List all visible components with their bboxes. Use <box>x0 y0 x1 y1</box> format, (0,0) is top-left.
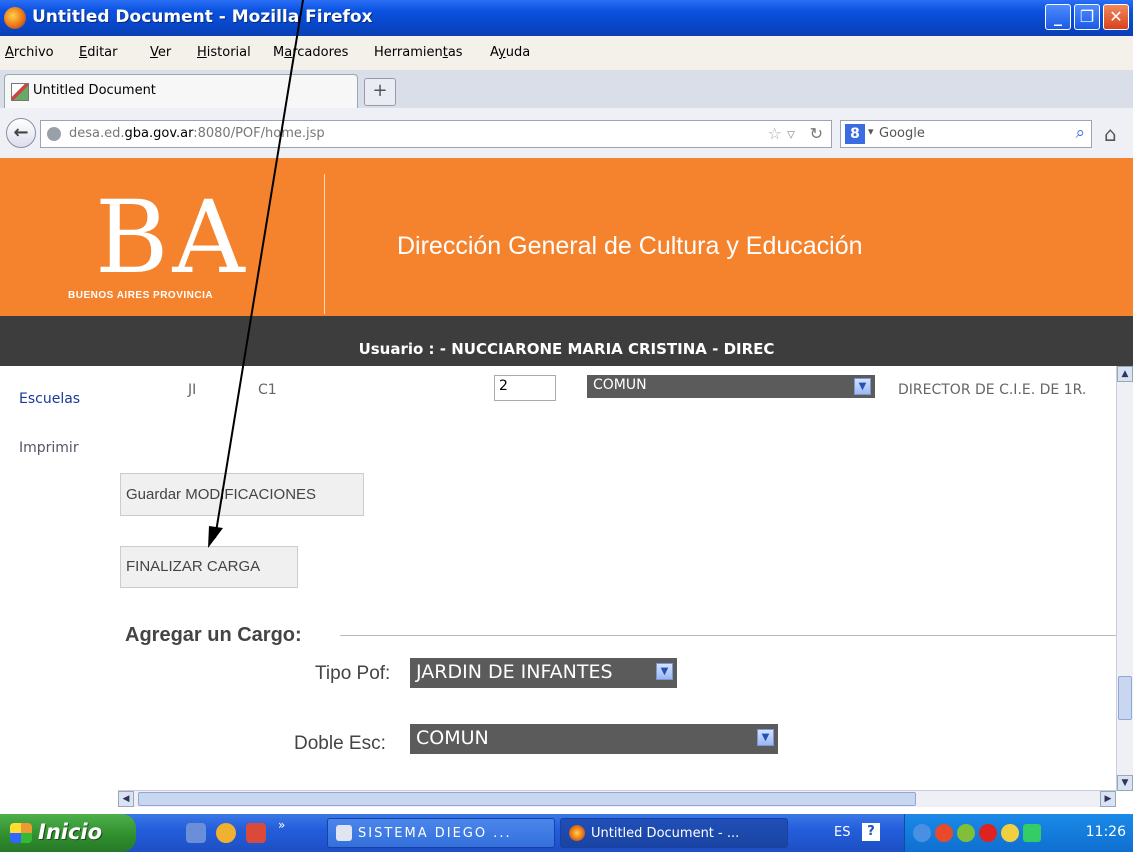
scroll-down-icon[interactable]: ▼ <box>1117 775 1133 791</box>
search-icon[interactable]: ⌕ <box>1075 123 1085 143</box>
messenger-tray-icon[interactable] <box>1001 824 1019 842</box>
word-doc-icon <box>336 825 352 841</box>
start-button[interactable]: Inicio <box>0 814 136 852</box>
back-button[interactable]: ← <box>6 118 36 148</box>
tab-untitled-document[interactable]: Untitled Document <box>4 74 358 108</box>
add-position-legend: Agregar un Cargo: <box>125 624 302 646</box>
menu-marcadores[interactable]: Marcadores <box>273 45 348 60</box>
horizontal-scroll-thumb[interactable] <box>138 792 916 806</box>
quicklaunch-overflow-icon[interactable]: » <box>278 818 285 832</box>
tab-strip: Untitled Document + <box>0 70 1133 109</box>
window-titlebar[interactable]: Untitled Document - Mozilla Firefox _ ❐ … <box>0 0 1133 36</box>
acrobat-quicklaunch-icon[interactable] <box>246 823 266 843</box>
vertical-scroll-thumb[interactable] <box>1118 676 1132 720</box>
taskbar-item-firefox[interactable]: Untitled Document - ... <box>560 818 788 848</box>
chevron-down-icon[interactable]: ▼ <box>757 729 774 746</box>
close-button[interactable]: ✕ <box>1103 4 1129 30</box>
search-bar[interactable]: 8 ▾ Google ⌕ <box>840 120 1092 148</box>
scroll-up-icon[interactable]: ▲ <box>1117 366 1133 382</box>
horizontal-scrollbar[interactable]: ◀ ▶ <box>118 790 1116 807</box>
ba-logo-subtitle: BUENOS AIRES PROVINCIA <box>68 290 214 301</box>
reload-icon[interactable]: ↻ <box>810 124 823 143</box>
menubar: Archivo Editar Ver Historial Marcadores … <box>0 36 1133 70</box>
banner-title: Dirección General de Cultura y Educación <box>397 232 863 260</box>
help-icon[interactable]: ? <box>862 823 880 841</box>
window-title: Untitled Document - Mozilla Firefox <box>32 7 373 27</box>
menu-historial[interactable]: Historial <box>197 45 251 60</box>
scroll-left-icon[interactable]: ◀ <box>118 791 134 807</box>
media-quicklaunch-icon[interactable] <box>216 823 236 843</box>
row-type-select[interactable]: COMUN ▼ <box>587 375 875 398</box>
nero-tray-icon[interactable] <box>1023 824 1041 842</box>
update-tray-icon[interactable] <box>957 824 975 842</box>
tab-label: Untitled Document <box>33 83 156 98</box>
site-identity-icon[interactable] <box>47 127 61 141</box>
language-indicator[interactable]: ES <box>834 825 850 840</box>
firefox-icon <box>569 825 585 841</box>
firefox-icon <box>4 7 26 29</box>
search-engine-icon[interactable]: 8 <box>845 124 865 144</box>
system-tray: 11:26 <box>904 814 1133 852</box>
clock[interactable]: 11:26 <box>1086 824 1126 840</box>
sidebar-item-escuelas[interactable]: Escuelas <box>19 391 80 407</box>
vertical-scrollbar[interactable]: ▲ ▼ <box>1116 366 1133 791</box>
user-bar: Usuario : - NUCCIARONE MARIA CRISTINA - … <box>0 316 1133 366</box>
fieldset-border <box>340 635 1116 636</box>
quantity-input[interactable]: 2 <box>494 375 556 401</box>
url-text: desa.ed.gba.gov.ar:8080/POF/home.jsp <box>69 126 325 141</box>
start-label: Inicio <box>38 820 103 844</box>
search-placeholder: Google <box>879 126 925 141</box>
tipo-pof-select[interactable]: JARDIN DE INFANTES ▼ <box>410 658 677 688</box>
security-tray-icon[interactable] <box>979 824 997 842</box>
menu-archivo[interactable]: Archivo <box>5 45 54 60</box>
menu-ver[interactable]: Ver <box>150 45 171 60</box>
menu-ayuda[interactable]: Ayuda <box>490 45 530 60</box>
banner-divider <box>324 174 325 314</box>
menu-herramientas[interactable]: Herramientas <box>374 45 463 60</box>
doble-esc-value: COMUN <box>416 727 489 749</box>
minimize-button[interactable]: _ <box>1045 4 1071 30</box>
antivirus-tray-icon[interactable] <box>935 824 953 842</box>
row-code: C1 <box>258 382 277 398</box>
site-banner: BA BUENOS AIRES PROVINCIA Dirección Gene… <box>0 158 1133 316</box>
ie-quicklaunch-icon[interactable] <box>186 823 206 843</box>
search-engine-dropdown-icon[interactable]: ▾ <box>868 125 874 138</box>
user-info: Usuario : - NUCCIARONE MARIA CRISTINA - … <box>358 340 775 358</box>
finish-load-button[interactable]: FINALIZAR CARGA <box>120 546 298 588</box>
maximize-button[interactable]: ❐ <box>1074 4 1100 30</box>
doble-esc-label: Doble Esc: <box>294 733 386 754</box>
navigation-bar: ← desa.ed.gba.gov.ar:8080/POF/home.jsp ☆… <box>0 108 1133 159</box>
doble-esc-select[interactable]: COMUN ▼ <box>410 724 778 754</box>
tipo-pof-value: JARDIN DE INFANTES <box>416 661 613 683</box>
save-changes-button[interactable]: Guardar MODIFICACIONES <box>120 473 364 516</box>
new-tab-button[interactable]: + <box>364 78 396 106</box>
side-nav: Escuelas Imprimir <box>0 366 110 791</box>
chevron-down-icon[interactable]: ▼ <box>854 378 871 395</box>
row-level: JI <box>188 382 197 398</box>
bookmark-star-icon[interactable]: ☆ ▿ <box>768 124 795 143</box>
scroll-right-icon[interactable]: ▶ <box>1100 791 1116 807</box>
home-icon[interactable]: ⌂ <box>1104 122 1117 146</box>
taskbar-item-sistema[interactable]: SISTEMA DIEGO ... <box>327 818 555 848</box>
sidebar-item-imprimir[interactable]: Imprimir <box>19 440 79 456</box>
row-type-value: COMUN <box>593 377 647 393</box>
menu-editar[interactable]: Editar <box>79 45 118 60</box>
ba-logo: BA <box>95 179 249 296</box>
tipo-pof-label: Tipo Pof: <box>315 663 391 684</box>
row-role: DIRECTOR DE C.I.E. DE 1R. <box>898 382 1087 398</box>
url-bar[interactable]: desa.ed.gba.gov.ar:8080/POF/home.jsp ☆ ▿… <box>40 120 832 148</box>
chevron-down-icon[interactable]: ▼ <box>656 663 673 680</box>
windows-flag-icon <box>10 823 32 843</box>
page-favicon-icon <box>11 83 29 101</box>
taskbar: Inicio » SISTEMA DIEGO ... Untitled Docu… <box>0 814 1133 852</box>
network-tray-icon[interactable] <box>913 824 931 842</box>
